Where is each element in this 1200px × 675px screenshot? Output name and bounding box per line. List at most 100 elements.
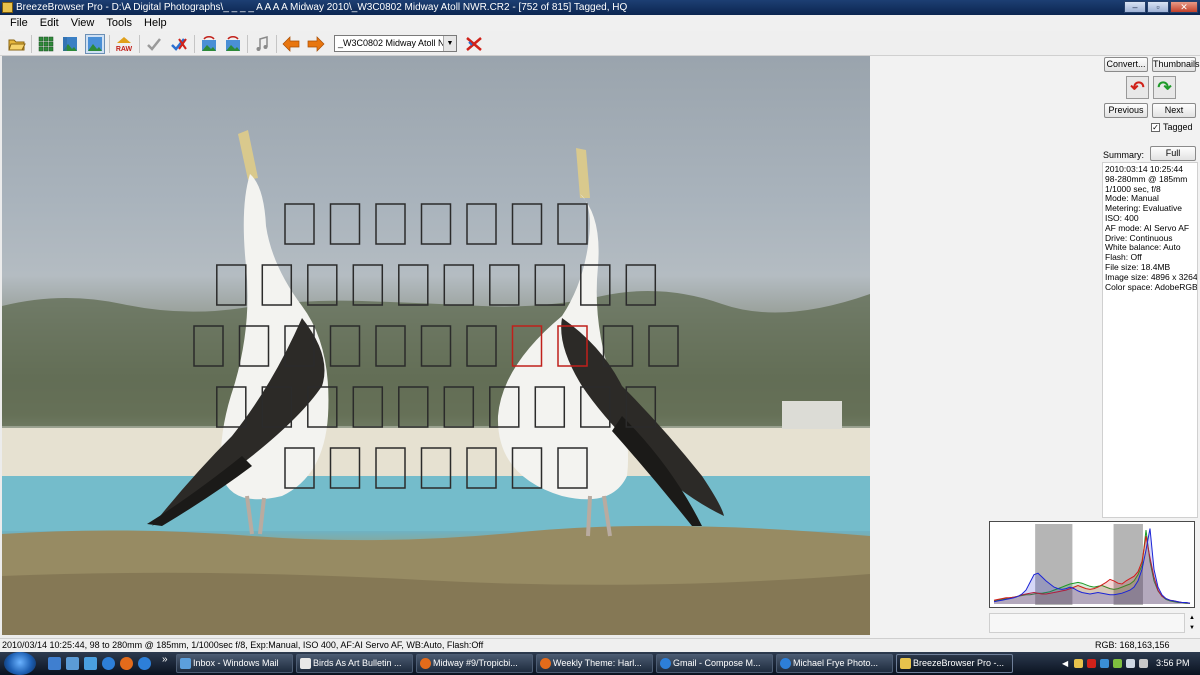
internet-explorer-icon <box>780 658 791 669</box>
tagged-checkbox[interactable]: ✓ <box>1151 123 1160 132</box>
af-point <box>489 264 520 306</box>
menu-bar: File Edit View Tools Help <box>0 15 1200 31</box>
spinner[interactable]: ▲ ▼ <box>1187 613 1197 633</box>
switch-windows-icon[interactable] <box>66 657 79 670</box>
histogram-plot <box>993 524 1191 605</box>
convert-button[interactable]: Convert... <box>1104 57 1148 72</box>
taskbar-item-windows-mail[interactable]: Inbox - Windows Mail <box>176 654 293 673</box>
firefox-icon <box>540 658 551 669</box>
photo-scene <box>2 130 870 635</box>
power-icon[interactable] <box>1113 659 1122 668</box>
task-label: Gmail - Compose M... <box>673 658 761 668</box>
clock[interactable]: 3:56 PM <box>1156 654 1190 673</box>
firefox-icon[interactable] <box>120 657 133 670</box>
mail-icon[interactable] <box>84 657 97 670</box>
left-arrow-icon[interactable] <box>281 34 301 54</box>
next-button[interactable]: Next <box>1152 103 1196 118</box>
right-arrow-icon[interactable] <box>306 34 326 54</box>
af-point <box>420 203 452 245</box>
thumbnail-grid-icon[interactable] <box>36 34 56 54</box>
menu-tools[interactable]: Tools <box>100 15 138 31</box>
af-point <box>284 203 315 245</box>
af-point <box>443 264 475 306</box>
task-label: Michael Frye Photo... <box>793 658 879 668</box>
full-details-button[interactable]: Full Details <box>1150 146 1196 171</box>
taskbar-item-weekly-theme[interactable]: Weekly Theme: Harl... <box>536 654 653 673</box>
raw-icon[interactable]: RAW <box>114 34 134 54</box>
next-arrow-icon[interactable]: ↷ <box>1153 76 1176 99</box>
system-tray: ◀ 3:56 PM <box>1062 654 1200 673</box>
task-label: BreezeBrowser Pro -... <box>913 658 1005 668</box>
previous-arrow-icon[interactable]: ↶ <box>1126 76 1149 99</box>
status-rgb: RGB: 168,163,156 <box>1095 640 1170 650</box>
af-point <box>511 203 543 245</box>
untag-icon[interactable] <box>169 34 189 54</box>
taskbar-item-gmail[interactable]: Gmail - Compose M... <box>656 654 773 673</box>
distant-building <box>782 401 842 429</box>
rotate-icon[interactable] <box>199 34 219 54</box>
breezebrowser-window: BreezeBrowser Pro - D:\A Digital Photogr… <box>0 0 1200 675</box>
af-point <box>329 203 361 245</box>
checkmark-icon[interactable] <box>144 34 164 54</box>
volume-icon[interactable] <box>1126 659 1135 668</box>
menu-view[interactable]: View <box>65 15 101 31</box>
af-point <box>375 203 406 245</box>
thumbnails-button[interactable]: Thumbnails <box>1152 57 1200 72</box>
taskbar-item-birds-as-art[interactable]: Birds As Art Bulletin ... <box>296 654 413 673</box>
task-label: Birds As Art Bulletin ... <box>313 658 402 668</box>
maximize-button[interactable]: ▫ <box>1147 1 1169 13</box>
taskbar-item-midway[interactable]: Midway #9/Tropicbi... <box>416 654 533 673</box>
exif-details-list: 2010:03:14 10:25:44 98-280mm @ 185mm 1/1… <box>1102 162 1198 518</box>
close-button[interactable]: ✕ <box>1170 1 1198 13</box>
security-icon[interactable] <box>1074 659 1083 668</box>
beach <box>2 428 870 476</box>
af-point <box>534 264 566 306</box>
previous-button[interactable]: Previous <box>1104 103 1148 118</box>
image-viewer[interactable] <box>2 56 870 635</box>
quicklaunch-overflow[interactable]: » <box>162 654 168 665</box>
detail-line: Color space: AdobeRGB <box>1105 281 1198 292</box>
menu-edit[interactable]: Edit <box>34 15 65 31</box>
status-bar: 2010/03/14 10:25:44, 98 to 280mm @ 185mm… <box>0 638 1200 652</box>
app-icon <box>900 658 911 669</box>
music-note-icon[interactable] <box>252 34 272 54</box>
windows-start-icon[interactable] <box>4 652 36 675</box>
compare-icon[interactable] <box>223 34 243 54</box>
minimize-button[interactable]: – <box>1124 1 1146 13</box>
menu-help[interactable]: Help <box>138 15 173 31</box>
preview-icon[interactable] <box>60 34 80 54</box>
mail-icon <box>180 658 191 669</box>
lagoon <box>2 476 870 531</box>
task-label: Weekly Theme: Harl... <box>553 658 642 668</box>
treeline <box>2 291 870 426</box>
window-controls: – ▫ ✕ <box>1124 1 1198 13</box>
shield-icon[interactable] <box>1087 659 1096 668</box>
network-icon[interactable] <box>1100 659 1109 668</box>
taskbar-item-breezebrowser[interactable]: BreezeBrowser Pro -... <box>896 654 1013 673</box>
task-label: Midway #9/Tropicbi... <box>433 658 518 668</box>
chevron-down-icon[interactable]: ▼ <box>443 36 456 51</box>
delete-icon[interactable] <box>464 34 484 54</box>
title-bar[interactable]: BreezeBrowser Pro - D:\A Digital Photogr… <box>0 0 1200 15</box>
device-icon[interactable] <box>1139 659 1148 668</box>
histogram <box>989 521 1195 608</box>
menu-file[interactable]: File <box>4 15 34 31</box>
toolbar: RAW <box>0 31 1200 56</box>
file-select-value: _W3C0802 Midway Atoll NWR.CR2 <box>338 38 456 48</box>
firefox-icon <box>420 658 431 669</box>
internet-explorer-icon[interactable] <box>138 657 151 670</box>
internet-explorer-icon[interactable] <box>102 657 115 670</box>
folder-open-icon[interactable] <box>7 34 27 54</box>
af-point <box>307 264 338 306</box>
tray-expand-icon[interactable]: ◀ <box>1062 654 1068 673</box>
app-icon <box>2 2 13 13</box>
full-image-icon[interactable] <box>85 34 105 54</box>
spin-down-icon[interactable]: ▼ <box>1187 623 1197 633</box>
spin-up-icon[interactable]: ▲ <box>1187 613 1197 623</box>
file-select[interactable]: _W3C0802 Midway Atoll NWR.CR2 ▼ <box>334 35 457 52</box>
af-point <box>216 264 247 306</box>
show-desktop-icon[interactable] <box>48 657 61 670</box>
document-icon <box>300 658 311 669</box>
taskbar-item-michael-frye[interactable]: Michael Frye Photo... <box>776 654 893 673</box>
af-point <box>398 264 429 306</box>
